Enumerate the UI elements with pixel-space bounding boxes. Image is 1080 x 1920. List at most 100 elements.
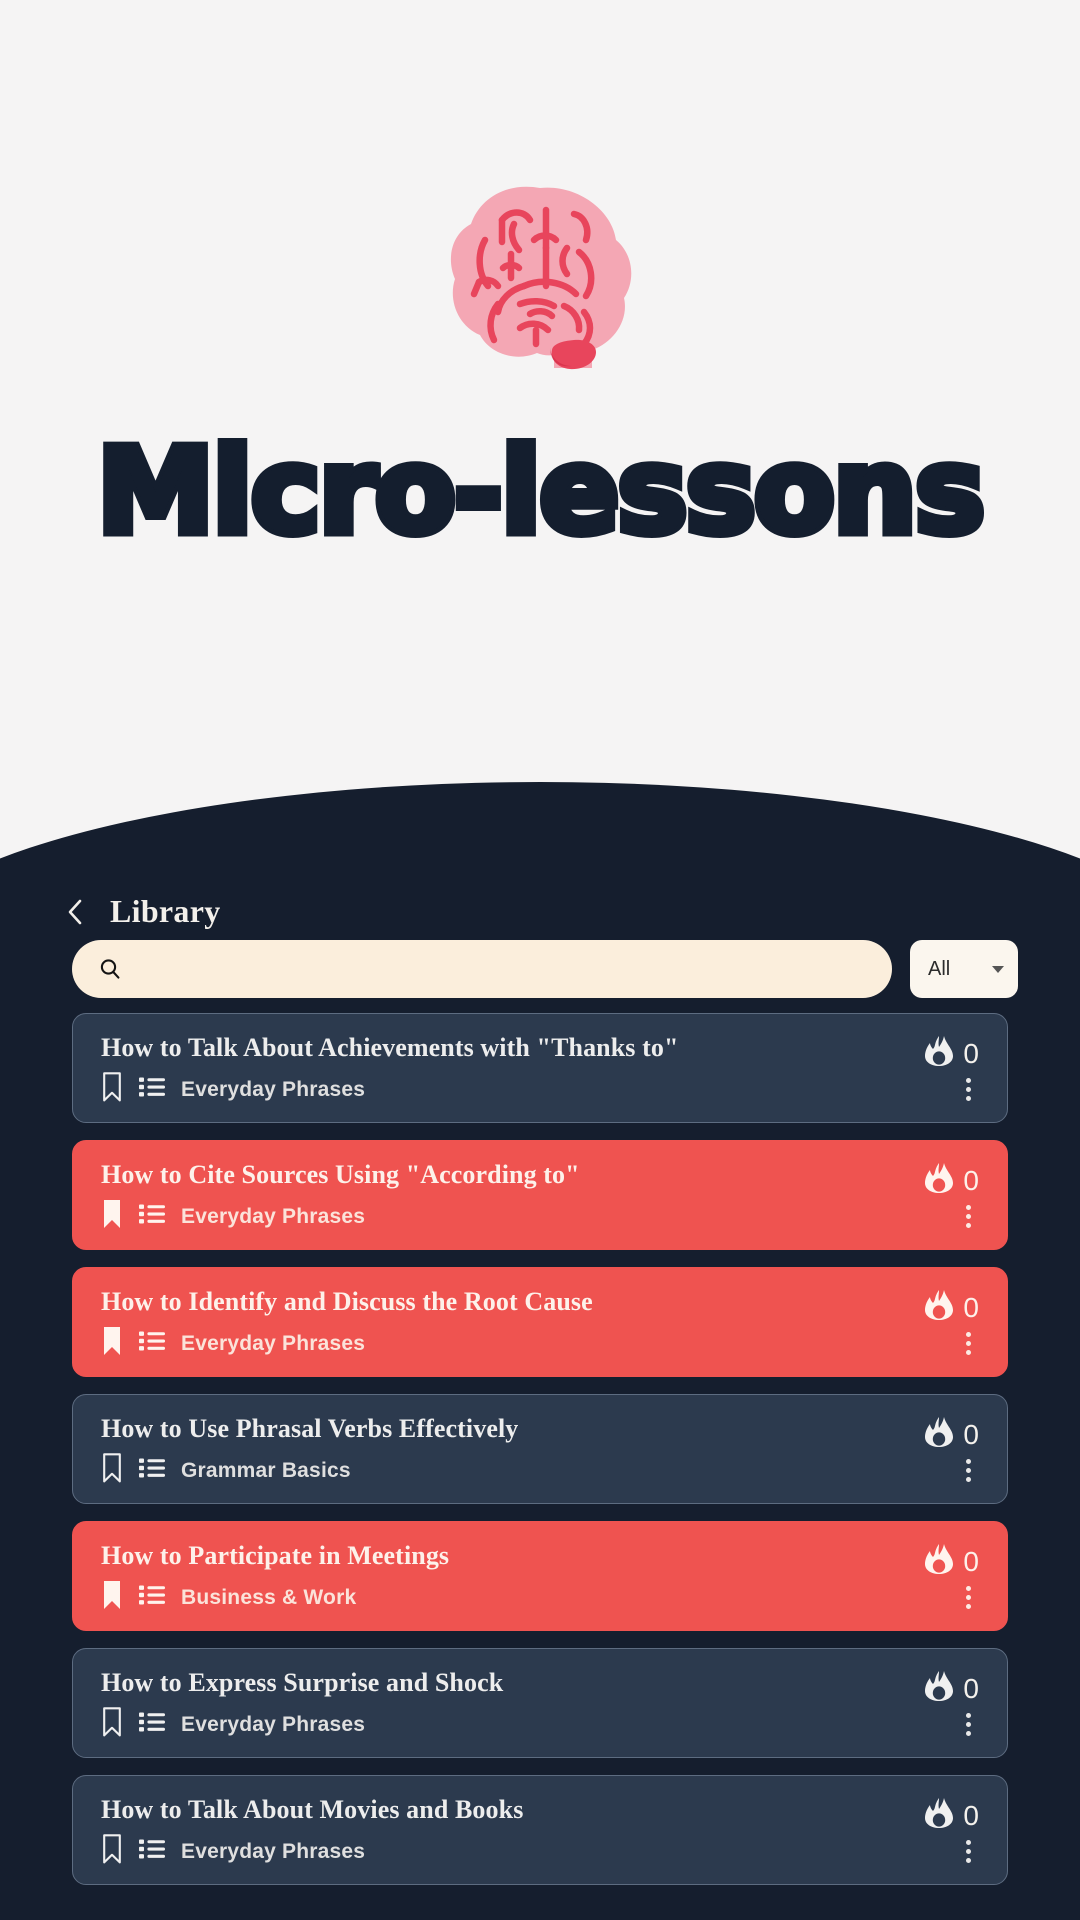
lesson-menu-button[interactable] <box>958 1834 979 1869</box>
lesson-meta: Everyday Phrases <box>101 1707 365 1742</box>
streak-indicator: 0 <box>924 1669 979 1707</box>
list-icon <box>139 1585 165 1605</box>
bookmark-button[interactable] <box>101 1453 123 1488</box>
streak-indicator: 0 <box>924 1288 979 1326</box>
bookmark-button[interactable] <box>101 1199 123 1234</box>
streak-count: 0 <box>963 1037 979 1069</box>
search-box[interactable] <box>72 940 892 998</box>
app-root: Micro-lessons Library All How to Talk Ab… <box>0 0 1080 1920</box>
flame-icon-wrap <box>924 1162 954 1199</box>
lesson-card-top: How to Participate in Meetings 0 <box>101 1541 979 1580</box>
bookmark-icon <box>103 1453 121 1483</box>
lesson-card[interactable]: How to Participate in Meetings 0 Business … <box>72 1521 1008 1631</box>
flame-icon-wrap <box>924 1035 954 1072</box>
lesson-menu-button[interactable] <box>958 1707 979 1742</box>
lesson-menu-button[interactable] <box>958 1072 979 1107</box>
lesson-card[interactable]: How to Talk About Achievements with "Tha… <box>72 1013 1008 1123</box>
flame-icon-wrap <box>924 1797 954 1834</box>
streak-indicator: 0 <box>924 1542 979 1580</box>
lesson-list: How to Talk About Achievements with "Tha… <box>0 1013 1080 1885</box>
flame-icon-wrap <box>924 1416 954 1453</box>
lesson-card-top: How to Cite Sources Using "According to"… <box>101 1160 979 1199</box>
lesson-card[interactable]: How to Use Phrasal Verbs Effectively 0 Gra… <box>72 1394 1008 1504</box>
category-filter-value: All <box>928 957 951 980</box>
lesson-menu-button[interactable] <box>958 1580 979 1615</box>
lesson-menu-button[interactable] <box>958 1199 979 1234</box>
list-icon-wrap[interactable] <box>139 1203 165 1230</box>
lesson-title: How to Participate in Meetings <box>101 1541 450 1570</box>
flame-icon-wrap <box>924 1543 954 1580</box>
lesson-meta: Grammar Basics <box>101 1453 351 1488</box>
list-icon <box>139 1331 165 1351</box>
bookmark-filled-icon <box>104 1200 120 1228</box>
lesson-category: Grammar Basics <box>181 1458 351 1482</box>
lesson-menu-button[interactable] <box>958 1326 979 1361</box>
hero-section: Micro-lessons <box>0 0 1080 870</box>
lesson-category: Everyday Phrases <box>181 1331 366 1355</box>
bookmark-icon <box>103 1707 121 1737</box>
library-header: Library <box>0 893 1080 930</box>
streak-count: 0 <box>963 1545 979 1577</box>
lesson-card[interactable]: How to Express Surprise and Shock 0 Everyd… <box>72 1648 1008 1758</box>
category-filter-select[interactable]: All <box>910 940 1018 998</box>
list-icon <box>139 1839 165 1859</box>
bookmark-filled-icon <box>104 1581 120 1609</box>
list-icon-wrap[interactable] <box>139 1330 165 1357</box>
list-icon-wrap[interactable] <box>139 1457 165 1484</box>
lesson-category: Everyday Phrases <box>181 1712 366 1736</box>
page-title: Library <box>110 893 221 929</box>
bookmark-button[interactable] <box>101 1707 123 1742</box>
back-button[interactable] <box>62 895 88 929</box>
bookmark-button[interactable] <box>101 1072 123 1107</box>
streak-count: 0 <box>963 1164 979 1196</box>
lesson-card-bottom: Business & Work <box>101 1580 979 1615</box>
bookmark-button[interactable] <box>101 1834 123 1869</box>
lesson-title: How to Express Surprise and Shock <box>101 1668 504 1697</box>
list-icon-wrap[interactable] <box>139 1584 165 1611</box>
bookmark-button[interactable] <box>101 1580 123 1615</box>
list-icon <box>139 1077 165 1097</box>
lesson-meta: Business & Work <box>101 1580 356 1615</box>
lesson-meta: Everyday Phrases <box>101 1199 365 1234</box>
list-icon <box>139 1712 165 1732</box>
streak-count: 0 <box>963 1418 979 1450</box>
lesson-card[interactable]: How to Identify and Discuss the Root Cau… <box>72 1267 1008 1377</box>
lesson-meta: Everyday Phrases <box>101 1326 365 1361</box>
lesson-card-bottom: Everyday Phrases <box>101 1199 979 1234</box>
streak-count: 0 <box>963 1672 979 1704</box>
lesson-category: Everyday Phrases <box>181 1839 366 1863</box>
flame-icon <box>925 1290 954 1320</box>
bookmark-button[interactable] <box>101 1326 123 1361</box>
lesson-title: How to Talk About Movies and Books <box>101 1795 524 1824</box>
list-icon-wrap[interactable] <box>139 1076 165 1103</box>
lesson-card-top: How to Identify and Discuss the Root Cau… <box>101 1287 979 1326</box>
lesson-meta: Everyday Phrases <box>101 1072 365 1107</box>
lesson-title: How to Cite Sources Using "According to" <box>101 1160 580 1189</box>
flame-icon <box>925 1417 954 1447</box>
lesson-title: How to Identify and Discuss the Root Cau… <box>101 1287 593 1316</box>
lesson-card-bottom: Everyday Phrases <box>101 1707 979 1742</box>
streak-count: 0 <box>963 1291 979 1323</box>
bookmark-filled-icon <box>104 1327 120 1355</box>
lesson-card[interactable]: How to Talk About Movies and Books 0 Every… <box>72 1775 1008 1885</box>
chevron-left-icon <box>68 899 82 924</box>
brain-logo <box>0 182 1080 372</box>
brain-icon <box>450 186 632 370</box>
lesson-card-top: How to Use Phrasal Verbs Effectively 0 <box>101 1414 979 1453</box>
streak-indicator: 0 <box>924 1161 979 1199</box>
search-row: All <box>0 940 1080 998</box>
lesson-category: Everyday Phrases <box>181 1204 366 1228</box>
lesson-card-top: How to Talk About Achievements with "Tha… <box>101 1033 979 1072</box>
page-hero-title: Micro-lessons <box>92 422 989 560</box>
list-icon <box>139 1204 165 1224</box>
flame-icon <box>925 1671 954 1701</box>
flame-icon-wrap <box>924 1289 954 1326</box>
lesson-card[interactable]: How to Cite Sources Using "According to"… <box>72 1140 1008 1250</box>
flame-icon-wrap <box>924 1670 954 1707</box>
lesson-menu-button[interactable] <box>958 1453 979 1488</box>
lesson-card-bottom: Everyday Phrases <box>101 1326 979 1361</box>
bookmark-icon <box>103 1072 121 1102</box>
list-icon-wrap[interactable] <box>139 1838 165 1865</box>
list-icon-wrap[interactable] <box>139 1711 165 1738</box>
search-input[interactable] <box>136 956 866 982</box>
